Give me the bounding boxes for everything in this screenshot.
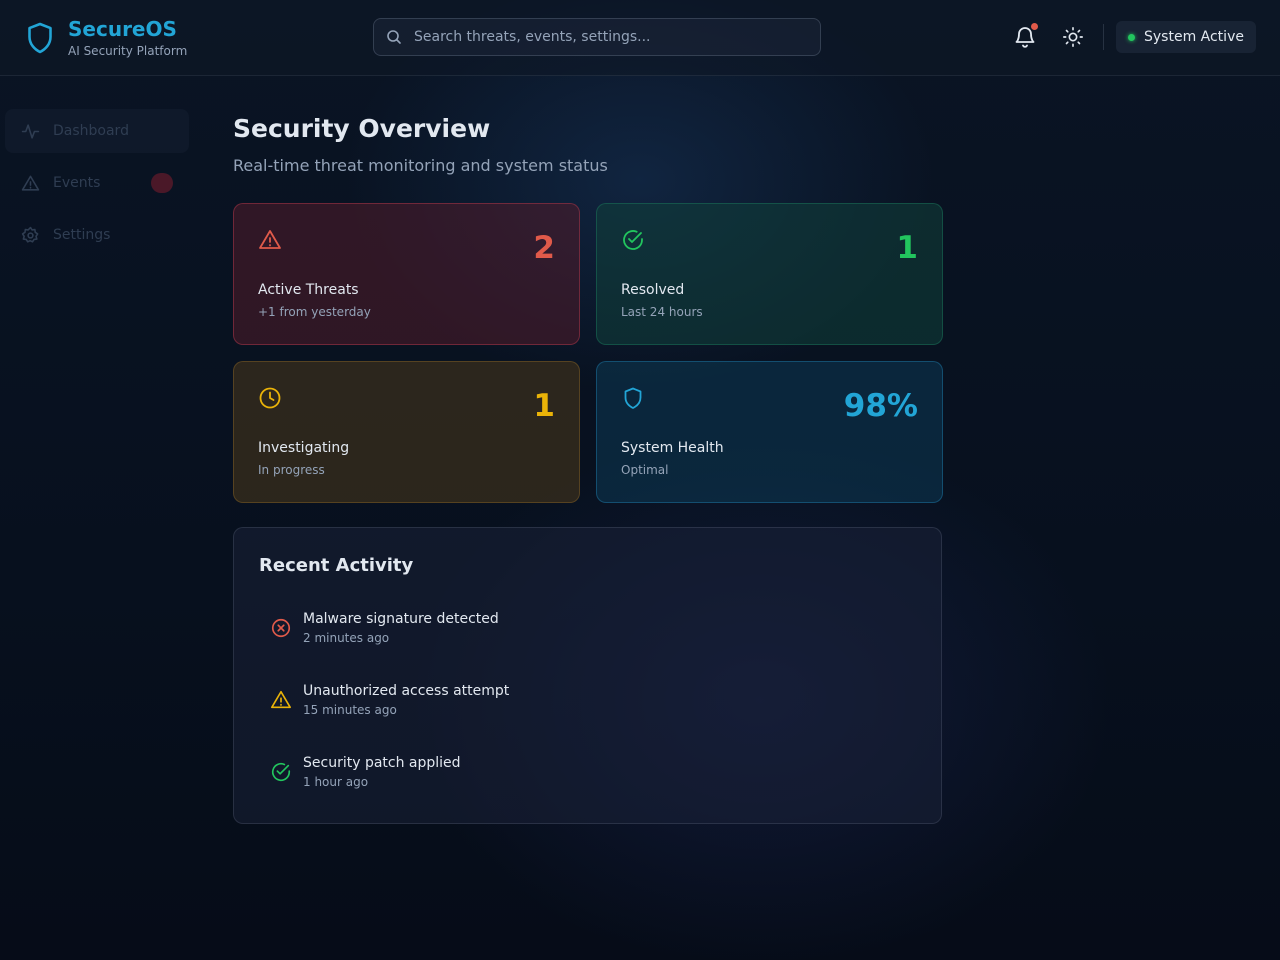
activity-time: 2 minutes ago — [303, 631, 390, 645]
stat-label: Active Threats — [258, 282, 359, 298]
stat-value: 2 — [533, 230, 555, 266]
sun-icon[interactable] — [1062, 26, 1084, 48]
activity-icon — [21, 123, 40, 139]
sidebar-item-label: Settings — [53, 227, 111, 243]
stat-value: 1 — [896, 230, 918, 266]
alert-triangle-icon — [21, 175, 40, 191]
sidebar-item-settings[interactable]: Settings — [5, 213, 189, 257]
activity-title: Security patch applied — [303, 755, 461, 771]
top-header: SecureOS AI Security Platform System Act… — [0, 0, 1280, 76]
stat-label: System Health — [621, 440, 724, 456]
search-input[interactable] — [414, 29, 804, 45]
gear-icon — [21, 226, 39, 243]
sidebar: Dashboard Events Settings — [5, 109, 189, 265]
activity-title: Unauthorized access attempt — [303, 683, 510, 699]
x-circle-icon — [271, 618, 291, 638]
stat-card-active-threats[interactable]: 2 Active Threats +1 from yesterday — [233, 203, 580, 345]
page-subtitle: Real-time threat monitoring and system s… — [233, 156, 608, 175]
notification-dot — [1031, 23, 1038, 30]
stat-value: 98% — [843, 388, 918, 424]
recent-activity-panel: Recent Activity Malware signature detect… — [233, 527, 942, 824]
status-dot — [1128, 33, 1135, 41]
alert-triangle-icon — [259, 230, 281, 249]
activity-time: 1 hour ago — [303, 775, 369, 789]
stat-card-resolved[interactable]: 1 Resolved Last 24 hours — [596, 203, 943, 345]
header-divider — [1103, 24, 1104, 50]
check-circle-icon — [623, 230, 643, 250]
shield-icon — [28, 22, 52, 54]
stat-card-system-health[interactable]: 98% System Health Optimal — [596, 361, 943, 503]
activity-item[interactable]: Unauthorized access attempt 15 minutes a… — [270, 683, 870, 723]
stat-label: Resolved — [621, 282, 685, 298]
search-bar[interactable] — [373, 18, 821, 56]
check-circle-icon — [271, 763, 291, 781]
stat-value: 1 — [533, 388, 555, 424]
stat-sub: In progress — [258, 463, 325, 477]
stat-sub: +1 from yesterday — [258, 305, 371, 319]
stat-sub: Last 24 hours — [621, 305, 703, 319]
events-count-badge — [151, 173, 173, 193]
status-label: System Active — [1144, 29, 1244, 45]
shield-icon — [624, 387, 642, 409]
activity-item[interactable]: Malware signature detected 2 minutes ago — [270, 611, 870, 651]
section-title: Recent Activity — [259, 555, 414, 576]
clock-icon — [259, 387, 281, 409]
activity-title: Malware signature detected — [303, 611, 499, 627]
stat-card-investigating[interactable]: 1 Investigating In progress — [233, 361, 580, 503]
sidebar-item-label: Events — [53, 175, 101, 191]
page-title: Security Overview — [233, 114, 491, 143]
brand-title: SecureOS — [68, 17, 177, 41]
sidebar-item-dashboard[interactable]: Dashboard — [5, 109, 189, 153]
alert-triangle-icon — [271, 690, 291, 709]
stat-sub: Optimal — [621, 463, 669, 477]
sidebar-item-events[interactable]: Events — [5, 161, 189, 205]
search-icon — [387, 30, 401, 44]
system-status-badge[interactable]: System Active — [1116, 21, 1256, 53]
brand[interactable]: SecureOS AI Security Platform — [26, 18, 187, 58]
brand-subtitle: AI Security Platform — [68, 44, 188, 58]
activity-item[interactable]: Security patch applied 1 hour ago — [270, 755, 870, 795]
stat-label: Investigating — [258, 440, 350, 456]
sidebar-item-label: Dashboard — [53, 123, 129, 139]
activity-time: 15 minutes ago — [303, 703, 397, 717]
